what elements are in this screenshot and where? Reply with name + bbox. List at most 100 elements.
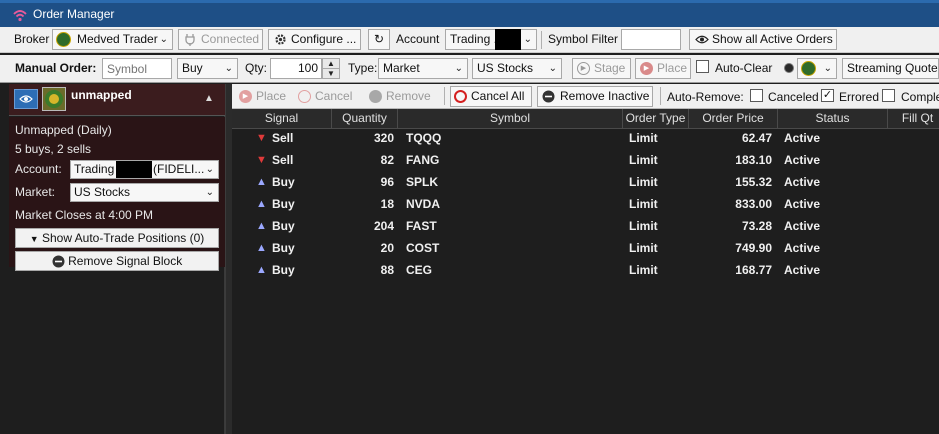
order-row[interactable]: ▲ Buy 88 CEG Limit 168.77 Active bbox=[232, 259, 939, 281]
play-icon: ▶ bbox=[577, 62, 590, 75]
order-symbol: FAST bbox=[406, 219, 437, 233]
signal-block-header: unmapped ▲ bbox=[9, 84, 225, 116]
manual-order-label: Manual Order: bbox=[15, 61, 97, 75]
market-select[interactable]: US Stocks ⌄ bbox=[472, 58, 562, 79]
order-type-select[interactable]: Market ⌄ bbox=[378, 58, 468, 79]
side-select-value: Buy bbox=[182, 61, 203, 75]
plug-icon bbox=[185, 34, 195, 46]
connected-button[interactable]: Connected bbox=[178, 29, 263, 50]
order-status: Active bbox=[784, 197, 821, 211]
eye-icon bbox=[695, 35, 709, 44]
remove-inactive-button[interactable]: Remove Inactive bbox=[537, 86, 653, 107]
completed-label: Comple bbox=[901, 90, 939, 104]
left-market-select[interactable]: US Stocks ⌄ bbox=[70, 183, 219, 202]
orders-toolbar: ▶ Place Cancel Remove Cancel All Remove … bbox=[232, 84, 939, 109]
auto-clear-label: Auto-Clear bbox=[715, 61, 773, 75]
order-price: 168.77 bbox=[735, 263, 772, 277]
order-signal: Buy bbox=[272, 197, 295, 211]
stage-button[interactable]: ▶ Stage bbox=[572, 58, 631, 79]
column-header-order-price[interactable]: Order Price bbox=[689, 109, 778, 129]
order-signal: Buy bbox=[272, 219, 295, 233]
toolbar-separator bbox=[541, 31, 542, 49]
refresh-button[interactable]: ↻ bbox=[368, 29, 390, 50]
background-window-title bbox=[24, 0, 164, 5]
order-status: Active bbox=[784, 219, 821, 233]
order-type: Limit bbox=[629, 153, 658, 167]
order-symbol: NVDA bbox=[406, 197, 441, 211]
column-header-symbol[interactable]: Symbol bbox=[398, 109, 623, 129]
toolbar-separator bbox=[660, 87, 661, 105]
order-price: 833.00 bbox=[735, 197, 772, 211]
remove-signal-block-button[interactable]: Remove Signal Block bbox=[15, 251, 219, 271]
window-title: Order Manager bbox=[33, 7, 115, 21]
grid-header: Signal Quantity Symbol Order Type Order … bbox=[232, 109, 939, 129]
type-label: Type: bbox=[348, 61, 378, 75]
stepper-down-icon[interactable]: ▼ bbox=[323, 69, 339, 78]
canceled-checkbox[interactable] bbox=[750, 89, 763, 102]
cancel-button[interactable]: Cancel bbox=[294, 86, 360, 107]
no-entry-icon bbox=[454, 90, 467, 103]
medved-logo-icon bbox=[801, 61, 816, 76]
order-row[interactable]: ▼ Sell 82 FANG Limit 183.10 Active bbox=[232, 149, 939, 171]
place-label: Place bbox=[256, 89, 287, 103]
cancel-all-button[interactable]: Cancel All bbox=[450, 86, 532, 107]
logo-select[interactable]: ⌄ bbox=[797, 58, 837, 79]
stepper-up-icon[interactable]: ▲ bbox=[323, 59, 339, 69]
order-quantity: 88 bbox=[380, 263, 394, 277]
auto-clear-checkbox[interactable] bbox=[696, 60, 709, 76]
auto-clear-check[interactable] bbox=[696, 60, 709, 73]
order-row[interactable]: ▼ Sell 320 TQQQ Limit 62.47 Active bbox=[232, 127, 939, 149]
remove-button[interactable]: Remove bbox=[365, 86, 437, 107]
order-symbol: COST bbox=[406, 241, 440, 255]
column-header-status[interactable]: Status bbox=[778, 109, 888, 129]
completed-checkbox[interactable] bbox=[882, 89, 895, 102]
order-row[interactable]: ▲ Buy 96 SPLK Limit 155.32 Active bbox=[232, 171, 939, 193]
errored-checkbox[interactable]: ✓ bbox=[821, 89, 834, 102]
chevron-down-icon: ⌄ bbox=[159, 34, 168, 45]
manual-order-toolbar: Manual Order: Buy ⌄ Qty: 100 ▲ ▼ Type: M… bbox=[0, 55, 939, 83]
order-status: Active bbox=[784, 153, 821, 167]
order-quantity: 82 bbox=[380, 153, 394, 167]
account-label-left: Account: bbox=[15, 162, 62, 176]
order-row[interactable]: ▲ Buy 18 NVDA Limit 833.00 Active bbox=[232, 193, 939, 215]
column-header-order-type[interactable]: Order Type bbox=[623, 109, 689, 129]
side-select[interactable]: Buy ⌄ bbox=[177, 58, 238, 79]
qty-stepper[interactable]: ▲ ▼ bbox=[322, 58, 340, 79]
panel-splitter[interactable] bbox=[225, 84, 232, 434]
order-price: 62.47 bbox=[741, 131, 772, 145]
column-header-fill-qty[interactable]: Fill Qt bbox=[888, 109, 939, 129]
market-label-left: Market: bbox=[15, 185, 56, 199]
wifi-app-icon bbox=[13, 10, 27, 22]
place-button[interactable]: ▶ Place bbox=[235, 86, 290, 107]
show-auto-trade-positions-button[interactable]: ▼ Show Auto-Trade Positions (0) bbox=[15, 228, 219, 248]
buy-triangle-icon: ▲ bbox=[256, 242, 267, 254]
qty-input[interactable]: 100 bbox=[270, 58, 322, 79]
column-header-quantity[interactable]: Quantity bbox=[332, 109, 398, 129]
symbol-filter-input[interactable] bbox=[621, 29, 681, 50]
order-symbol: CEG bbox=[406, 263, 433, 277]
order-price: 73.28 bbox=[741, 219, 772, 233]
configure-label: Configure ... bbox=[291, 32, 357, 46]
symbol-input[interactable] bbox=[102, 58, 172, 79]
broker-select[interactable]: Medved Trader ⌄ bbox=[52, 29, 173, 50]
visibility-toggle-button[interactable] bbox=[14, 89, 38, 109]
order-price: 749.90 bbox=[735, 241, 772, 255]
place-icon: ▶ bbox=[239, 90, 252, 103]
collapse-icon[interactable]: ▲ bbox=[204, 93, 214, 104]
account-select[interactable]: Trading ... ⌄ bbox=[445, 29, 537, 50]
auto-remove-label: Auto-Remove: bbox=[667, 90, 744, 104]
column-header-signal[interactable]: Signal bbox=[232, 109, 332, 129]
signal-block-body: Unmapped (Daily) 5 buys, 2 sells Account… bbox=[9, 117, 225, 271]
order-row[interactable]: ▲ Buy 20 COST Limit 749.90 Active bbox=[232, 237, 939, 259]
order-type: Limit bbox=[629, 263, 658, 277]
symbol-filter-label: Symbol Filter bbox=[548, 32, 619, 46]
buy-triangle-icon: ▲ bbox=[256, 176, 267, 188]
order-row[interactable]: ▲ Buy 204 FAST Limit 73.28 Active bbox=[232, 215, 939, 237]
order-price: 155.32 bbox=[735, 175, 772, 189]
manual-place-button[interactable]: ▶ Place bbox=[635, 58, 691, 79]
order-symbol: TQQQ bbox=[406, 131, 442, 145]
configure-button[interactable]: Configure ... bbox=[268, 29, 361, 50]
quote-source-select[interactable]: Streaming Quote bbox=[842, 58, 939, 79]
left-account-select[interactable]: Trading (FIDELI... ⌄ bbox=[70, 160, 219, 179]
show-all-active-orders-button[interactable]: Show all Active Orders bbox=[689, 29, 837, 50]
